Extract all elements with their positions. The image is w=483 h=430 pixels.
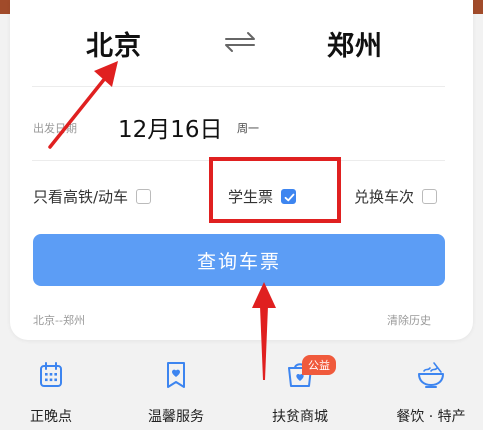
exchange-train-checkbox[interactable] [422, 189, 438, 204]
option-label: 只看高铁/动车 [33, 188, 129, 206]
departure-city[interactable]: 北京 [86, 24, 142, 63]
nav-label: 餐饮 · 特产 [396, 409, 466, 425]
search-history-item[interactable]: 北京--郑州 [33, 312, 85, 328]
weekday-label: 周一 [237, 122, 259, 135]
nav-label: 温馨服务 [148, 409, 204, 425]
high-speed-checkbox[interactable] [136, 189, 152, 204]
nav-item-food[interactable]: 餐饮 · 特产 [386, 360, 476, 426]
option-label: 学生票 [228, 188, 274, 206]
noodle-bowl-icon [418, 362, 444, 388]
divider [32, 86, 445, 87]
search-tickets-button[interactable]: 查询车票 [33, 234, 445, 286]
swap-cities-icon[interactable] [220, 30, 260, 54]
clear-history-button[interactable]: 清除历史 [387, 312, 431, 328]
bottom-services-bar: 正晚点 温馨服务 扶贫商城 餐饮 · 特产 [0, 350, 483, 430]
option-high-speed-only[interactable]: 只看高铁/动车 [33, 186, 152, 207]
checkmark-icon [284, 193, 295, 202]
option-exchange-train[interactable]: 兑换车次 [354, 186, 438, 207]
date-label: 出发日期 [33, 122, 77, 135]
arrival-city[interactable]: 郑州 [327, 24, 383, 63]
nav-label: 扶贫商城 [272, 409, 328, 425]
calendar-icon [40, 362, 62, 387]
student-ticket-checkbox[interactable] [281, 189, 297, 204]
divider [32, 160, 445, 161]
service-icon [167, 362, 185, 388]
nav-label: 正晚点 [30, 409, 72, 425]
option-label: 兑换车次 [354, 188, 415, 206]
option-student-ticket[interactable]: 学生票 [228, 186, 297, 207]
departure-date[interactable]: 12月16日 [118, 110, 223, 144]
nav-item-punctuality[interactable]: 正晚点 [20, 360, 82, 426]
charity-badge: 公益 [302, 355, 336, 375]
nav-item-service[interactable]: 温馨服务 [140, 360, 212, 426]
